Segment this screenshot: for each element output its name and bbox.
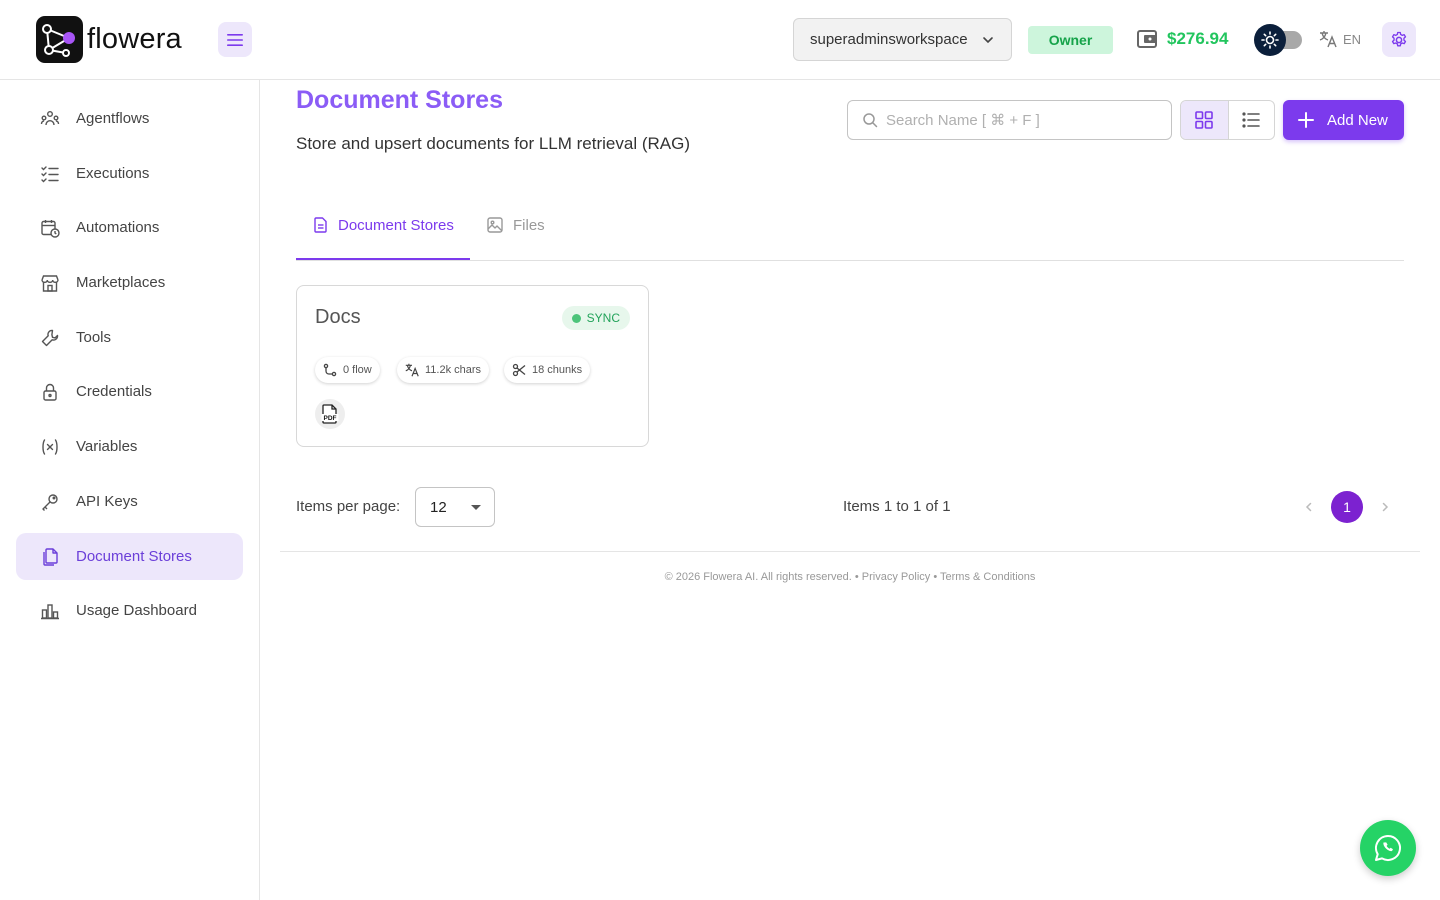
list-icon bbox=[1242, 112, 1261, 128]
files-icon bbox=[40, 547, 60, 567]
sidebar-item-executions[interactable]: Executions bbox=[16, 150, 243, 197]
brand-logo[interactable]: flowera bbox=[36, 16, 182, 63]
sidebar-item-marketplaces[interactable]: Marketplaces bbox=[16, 259, 243, 306]
add-new-button[interactable]: Add New bbox=[1283, 100, 1404, 140]
translate-icon bbox=[405, 363, 419, 377]
theme-toggle[interactable] bbox=[1254, 24, 1302, 56]
variable-icon bbox=[40, 437, 60, 457]
storefront-icon bbox=[40, 273, 60, 293]
items-per-page-label: Items per page: bbox=[296, 498, 401, 515]
next-page-button[interactable] bbox=[1375, 497, 1395, 517]
status-badge: SYNC bbox=[561, 306, 630, 330]
key-icon bbox=[40, 492, 60, 512]
app-header: flowera superadminsworkspace Owner $276.… bbox=[0, 0, 1440, 80]
chevron-down-icon bbox=[983, 37, 993, 44]
status-dot bbox=[571, 313, 581, 323]
chunk-count-chip: 18 chunks bbox=[504, 357, 591, 383]
settings-button[interactable] bbox=[1382, 22, 1416, 57]
view-mode-toggle bbox=[1180, 100, 1275, 140]
tab-bar: Document Stores Files bbox=[296, 190, 1404, 261]
page-title: Document Stores bbox=[296, 86, 503, 114]
page-button-current[interactable]: 1 bbox=[1331, 491, 1363, 523]
sidebar-item-tools[interactable]: Tools bbox=[16, 314, 243, 361]
sidebar-item-document-stores[interactable]: Document Stores bbox=[16, 533, 243, 580]
search-input[interactable] bbox=[886, 111, 1146, 129]
wrench-icon bbox=[40, 328, 60, 348]
plus-icon bbox=[1298, 112, 1314, 128]
page-subtitle: Store and upsert documents for LLM retri… bbox=[296, 134, 690, 153]
svg-text:PDF: PDF bbox=[324, 415, 337, 422]
role-badge: Owner bbox=[1028, 26, 1113, 54]
flow-count-chip: 0 flow bbox=[315, 357, 380, 383]
pdf-file-icon: PDF bbox=[315, 399, 345, 429]
language-switcher[interactable]: EN bbox=[1319, 30, 1361, 48]
char-count-chip: 11.2k chars bbox=[397, 357, 490, 383]
active-tab-indicator bbox=[296, 258, 470, 260]
language-code: EN bbox=[1343, 31, 1362, 47]
whatsapp-chat-button[interactable] bbox=[1360, 820, 1416, 876]
whatsapp-icon bbox=[1375, 834, 1401, 861]
translate-icon bbox=[1319, 31, 1337, 48]
search-box[interactable] bbox=[847, 100, 1172, 140]
items-range-text: Items 1 to 1 of 1 bbox=[843, 498, 951, 515]
tab-document-stores[interactable]: Document Stores bbox=[314, 190, 454, 260]
footer-divider bbox=[280, 551, 1420, 552]
chevron-left-icon bbox=[1305, 502, 1312, 512]
checklist-icon bbox=[40, 164, 60, 184]
lock-icon bbox=[40, 382, 60, 402]
search-icon bbox=[863, 113, 878, 128]
privacy-policy-link[interactable]: Privacy Policy bbox=[862, 571, 930, 583]
calendar-clock-icon bbox=[40, 218, 60, 238]
flow-icon bbox=[323, 363, 337, 377]
scissors-icon bbox=[512, 363, 526, 377]
document-store-card[interactable]: Docs SYNC 0 flow 11.2k chars 18 chunks P… bbox=[296, 285, 649, 447]
workspace-select[interactable]: superadminsworkspace bbox=[793, 18, 1012, 61]
document-icon bbox=[314, 217, 327, 233]
sidebar-item-agentflows[interactable]: Agentflows bbox=[16, 95, 243, 142]
sidebar-nav: Agentflows Executions Automations Market… bbox=[0, 80, 260, 900]
wallet-icon bbox=[1137, 29, 1157, 49]
sidebar-item-variables[interactable]: Variables bbox=[16, 423, 243, 470]
terms-link[interactable]: Terms & Conditions bbox=[940, 571, 1035, 583]
flowera-logo-icon bbox=[36, 16, 83, 63]
gear-icon bbox=[1391, 31, 1407, 47]
copyright-text: © 2026 Flowera AI. All rights reserved. bbox=[664, 571, 852, 583]
previous-page-button[interactable] bbox=[1299, 497, 1319, 517]
bar-chart-icon bbox=[40, 601, 60, 621]
items-per-page-select[interactable]: 12 bbox=[415, 487, 495, 527]
sidebar-item-usage-dashboard[interactable]: Usage Dashboard bbox=[16, 587, 243, 634]
menu-toggle-button[interactable] bbox=[218, 22, 252, 57]
credit-balance: $276.94 bbox=[1167, 29, 1229, 48]
workspace-name: superadminsworkspace bbox=[810, 31, 968, 48]
agents-icon bbox=[40, 109, 60, 129]
hamburger-icon bbox=[227, 33, 243, 46]
image-icon bbox=[487, 217, 503, 233]
page-footer: © 2026 Flowera AI. All rights reserved. … bbox=[664, 571, 1036, 583]
sidebar-item-automations[interactable]: Automations bbox=[16, 204, 243, 251]
sidebar-item-api-keys[interactable]: API Keys bbox=[16, 478, 243, 525]
brand-name: flowera bbox=[87, 23, 182, 55]
add-new-label: Add New bbox=[1327, 111, 1388, 129]
chevron-right-icon bbox=[1382, 502, 1389, 512]
store-name: Docs bbox=[315, 306, 361, 328]
list-view-button[interactable] bbox=[1227, 101, 1275, 139]
grid-icon bbox=[1195, 111, 1214, 129]
caret-down-icon bbox=[471, 505, 481, 510]
grid-view-button[interactable] bbox=[1181, 101, 1228, 139]
sun-icon bbox=[1261, 31, 1279, 49]
sidebar-item-credentials[interactable]: Credentials bbox=[16, 368, 243, 415]
tab-files[interactable]: Files bbox=[487, 190, 545, 260]
